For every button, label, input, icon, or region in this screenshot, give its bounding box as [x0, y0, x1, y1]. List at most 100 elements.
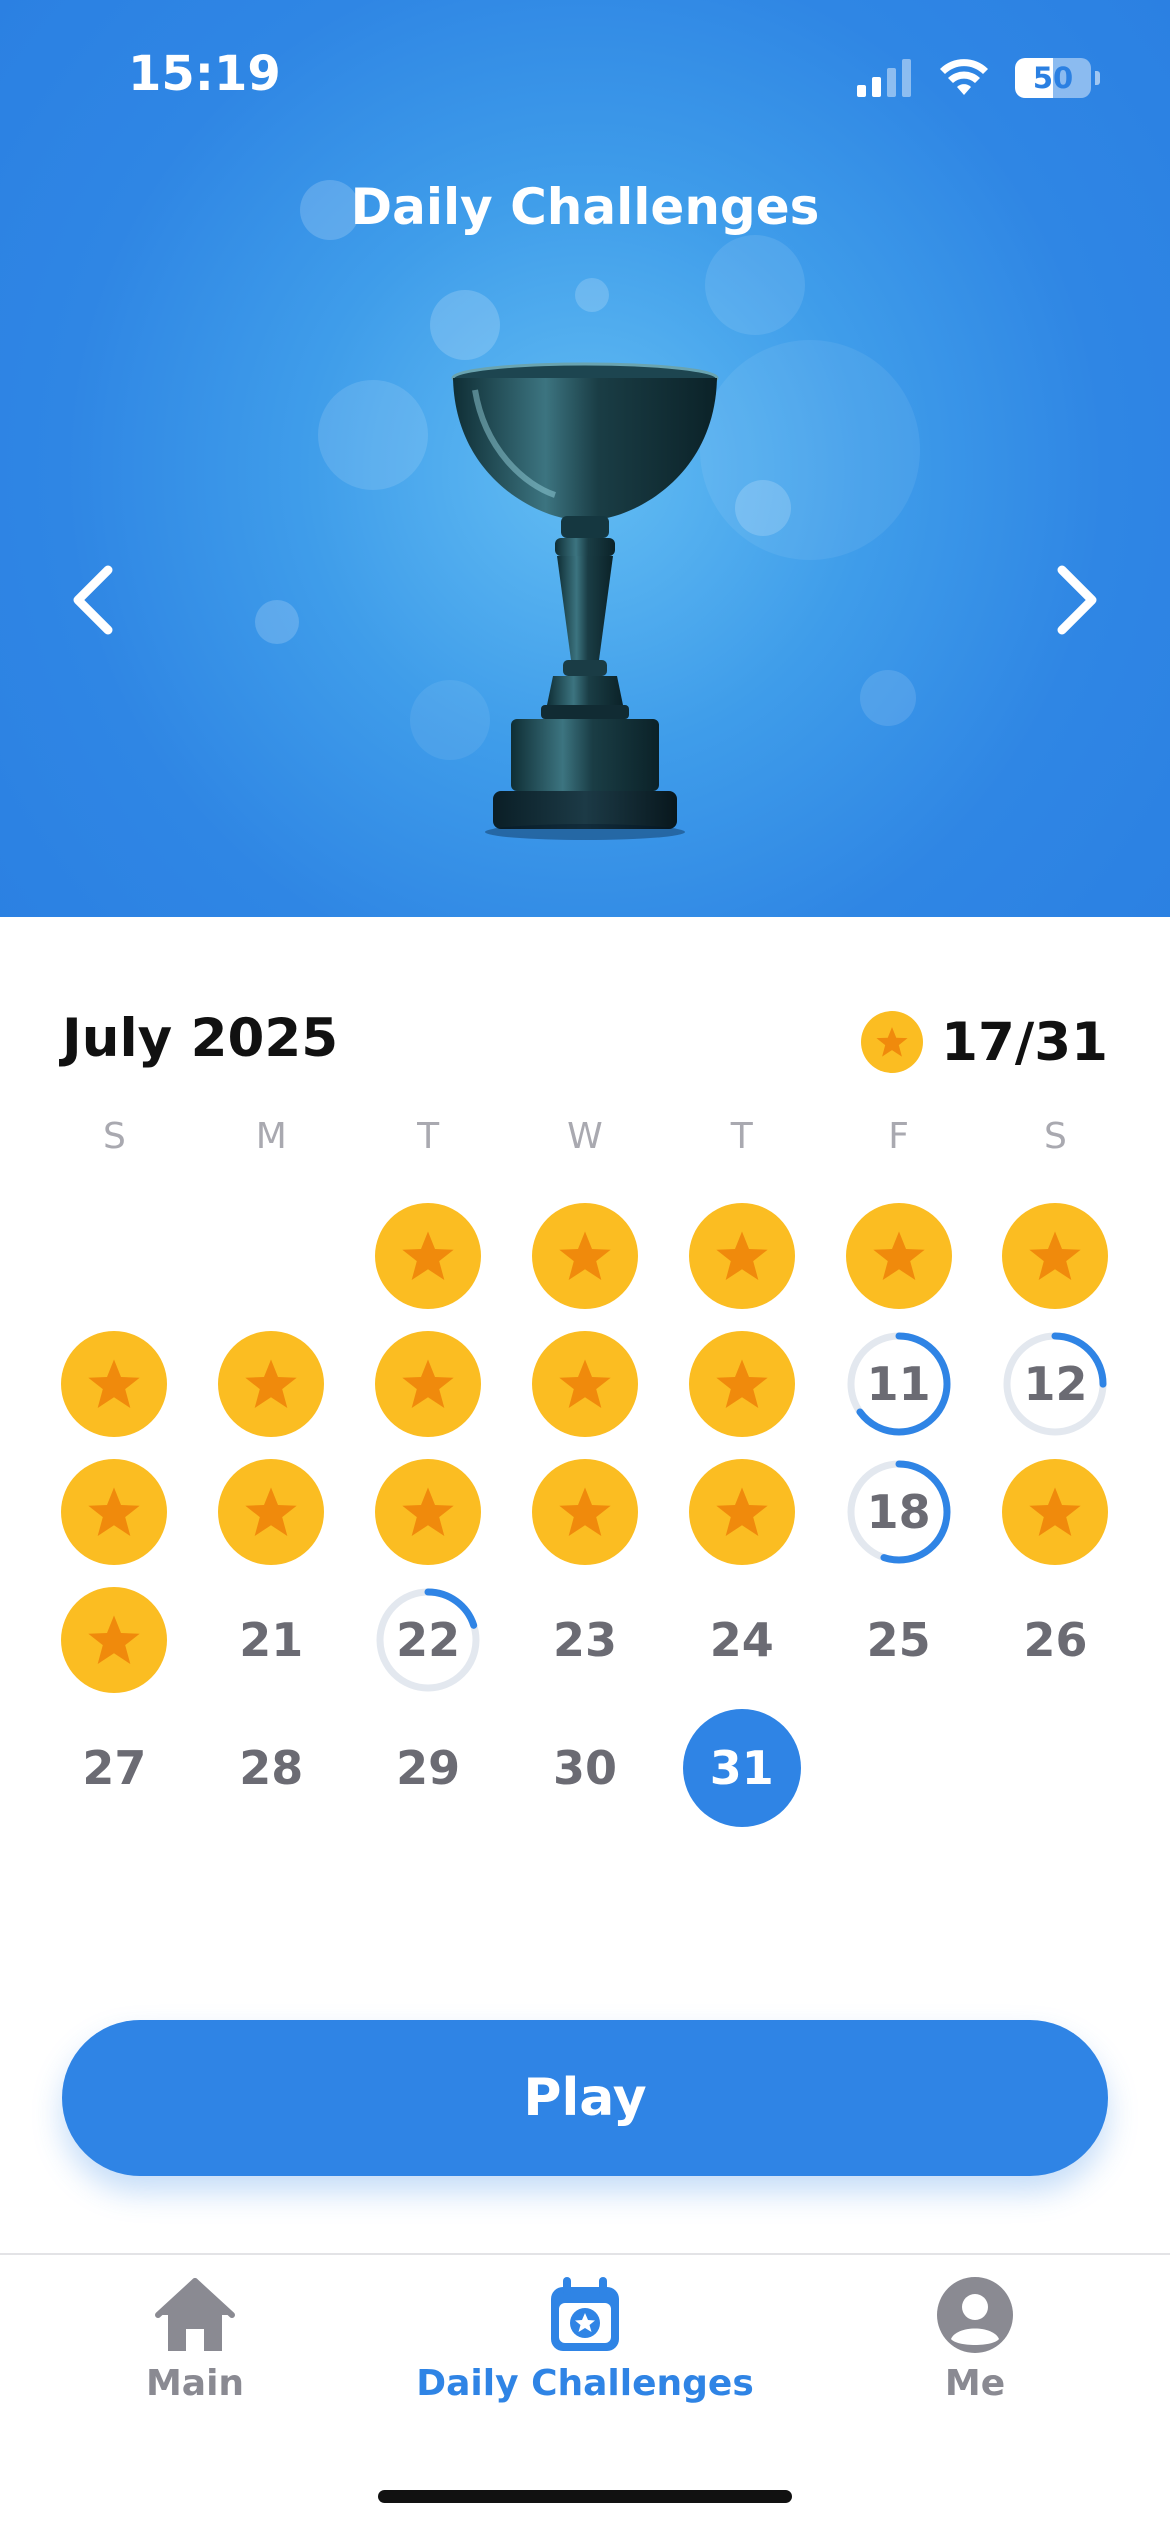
person-icon	[937, 2277, 1013, 2353]
calendar-day-28[interactable]: 28	[193, 1704, 350, 1832]
calendar-empty-cell	[36, 1192, 193, 1320]
tab-label: Main	[145, 2363, 245, 2404]
calendar-day-12[interactable]: 12	[977, 1320, 1134, 1448]
wifi-icon	[940, 59, 988, 95]
calendar-day-4[interactable]	[820, 1192, 977, 1320]
previous-month-arrow-icon[interactable]	[60, 560, 130, 640]
play-button[interactable]: Play	[62, 2020, 1108, 2176]
completed-star-icon	[1002, 1459, 1109, 1565]
calendar-day-22[interactable]: 22	[350, 1576, 507, 1704]
day-number: 29	[396, 1741, 461, 1795]
bokeh-light	[575, 278, 609, 312]
calendar-day-7[interactable]	[193, 1320, 350, 1448]
calendar-day-13[interactable]	[36, 1448, 193, 1576]
calendar-day-26[interactable]: 26	[977, 1576, 1134, 1704]
partial-progress-ring: 11	[846, 1331, 952, 1437]
weekday-label: T	[730, 1116, 753, 1157]
bokeh-light	[430, 290, 500, 360]
calendar-day-18[interactable]: 18	[820, 1448, 977, 1576]
completed-star-icon	[688, 1459, 795, 1565]
weekday-label: S	[102, 1116, 126, 1157]
partial-progress-ring: 18	[846, 1459, 952, 1565]
completed-star-icon	[1002, 1203, 1109, 1309]
calendar-day-19[interactable]	[977, 1448, 1134, 1576]
home-indicator	[378, 2490, 792, 2503]
completed-star-icon	[61, 1587, 168, 1693]
calendar-day-17[interactable]	[663, 1448, 820, 1576]
completed-star-icon	[531, 1203, 638, 1309]
calendar-day-1[interactable]	[350, 1192, 507, 1320]
status-time: 15:19	[128, 46, 281, 102]
bokeh-light	[860, 670, 916, 726]
day-number: 11	[866, 1357, 931, 1411]
progress-count: 17/31	[941, 1011, 1108, 1073]
completed-star-icon	[375, 1203, 482, 1309]
completed-star-icon	[375, 1331, 482, 1437]
partial-progress-ring: 22	[375, 1587, 481, 1693]
month-title: July 2025	[62, 1008, 339, 1069]
day-number: 28	[239, 1741, 304, 1795]
monthly-progress: 17/31	[861, 1008, 1108, 1076]
calendar-day-21[interactable]: 21	[193, 1576, 350, 1704]
calendar-day-6[interactable]	[36, 1320, 193, 1448]
day-number: 21	[239, 1613, 304, 1667]
day-number: 22	[396, 1613, 461, 1667]
today-marker: 31	[682, 1709, 801, 1827]
calendar-day-9[interactable]	[507, 1320, 664, 1448]
calendar-day-27[interactable]: 27	[36, 1704, 193, 1832]
day-number: 18	[866, 1485, 931, 1539]
tab-me[interactable]: Me	[825, 2275, 1125, 2404]
completed-star-icon	[845, 1203, 952, 1309]
day-number: 25	[866, 1613, 931, 1667]
bokeh-light	[700, 340, 920, 560]
calendar-day-30[interactable]: 30	[507, 1704, 664, 1832]
tab-daily-challenges[interactable]: Daily Challenges	[416, 2275, 754, 2404]
completed-star-icon	[218, 1459, 325, 1565]
trophy-icon	[451, 362, 719, 840]
weekday-label: T	[417, 1116, 440, 1157]
day-number: 26	[1023, 1613, 1088, 1667]
calendar-day-25[interactable]: 25	[820, 1576, 977, 1704]
status-icons: 50	[855, 54, 1100, 102]
hero-title: Daily Challenges	[350, 178, 820, 236]
calendar-day-23[interactable]: 23	[507, 1576, 664, 1704]
bokeh-light	[318, 380, 428, 490]
day-number: 23	[552, 1613, 617, 1667]
tab-label: Daily Challenges	[416, 2363, 754, 2404]
calendar-day-20[interactable]	[36, 1576, 193, 1704]
weekday-label: M	[255, 1116, 287, 1157]
completed-star-icon	[688, 1331, 795, 1437]
calendar-day-14[interactable]	[193, 1448, 350, 1576]
calendar-day-2[interactable]	[507, 1192, 664, 1320]
completed-star-icon	[688, 1203, 795, 1309]
calendar-day-24[interactable]: 24	[663, 1576, 820, 1704]
calendar-day-3[interactable]	[663, 1192, 820, 1320]
calendar-day-11[interactable]: 11	[820, 1320, 977, 1448]
completed-star-icon	[218, 1331, 325, 1437]
calendar-day-8[interactable]	[350, 1320, 507, 1448]
star-coin-icon	[861, 1011, 924, 1073]
calendar-day-31[interactable]: 31	[663, 1704, 820, 1832]
battery-nub	[1095, 71, 1100, 85]
battery-level: 50	[1032, 61, 1074, 95]
bokeh-light	[705, 235, 805, 335]
calendar-day-16[interactable]	[507, 1448, 664, 1576]
calendar-day-15[interactable]	[350, 1448, 507, 1576]
tab-main[interactable]: Main	[45, 2275, 345, 2404]
signal-icon	[857, 59, 911, 97]
calendar-day-10[interactable]	[663, 1320, 820, 1448]
calendar-star-icon	[551, 2277, 619, 2351]
day-number: 30	[552, 1741, 617, 1795]
day-number: 27	[82, 1741, 147, 1795]
weekday-label: F	[888, 1116, 909, 1157]
calendar-day-29[interactable]: 29	[350, 1704, 507, 1832]
next-month-arrow-icon[interactable]	[1040, 560, 1110, 640]
home-icon	[155, 2278, 235, 2351]
calendar-grid: 11 12 18 21 22 23 24 25 26 27 28 29 30 3…	[36, 1192, 1134, 1832]
calendar-day-5[interactable]	[977, 1192, 1134, 1320]
weekday-label: W	[567, 1116, 603, 1157]
partial-progress-ring: 12	[1002, 1331, 1108, 1437]
battery-icon: 50	[1015, 58, 1091, 98]
completed-star-icon	[61, 1331, 168, 1437]
completed-star-icon	[61, 1459, 168, 1565]
